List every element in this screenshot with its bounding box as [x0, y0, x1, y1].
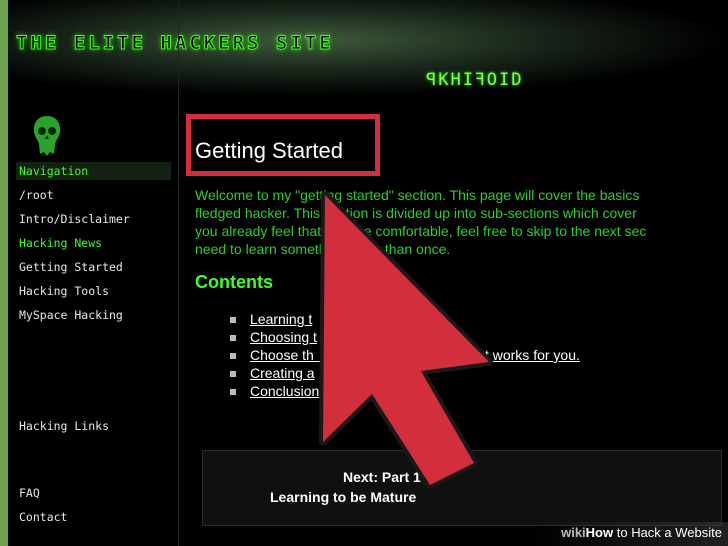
list-item: Learning t [230, 310, 580, 328]
banner-logo: ꟼKHIꟻOID [426, 70, 524, 90]
intro-line: need to learn something more than once. [195, 241, 451, 257]
highlight-box [186, 114, 380, 176]
nav-item-intro-disclaimer[interactable]: Intro/Disclaimer [16, 210, 171, 228]
nav-item-myspace-hacking[interactable]: MySpace Hacking [16, 306, 171, 324]
contents-link[interactable]: Learning t [250, 311, 312, 327]
contents-list: Learning t Choosing t Choose th nt works… [230, 310, 580, 400]
skull-icon [33, 116, 61, 156]
nav-item-hacking-news[interactable]: Hacking News [16, 234, 171, 252]
contents-link[interactable]: Conclusion [250, 383, 319, 399]
nav-item-contact[interactable]: Contact [16, 508, 171, 526]
watermark-wiki: wiki [561, 525, 586, 540]
next-part-box[interactable]: Next: Part 1 Learning to be Mature [202, 450, 722, 526]
next-part-title[interactable]: Learning to be Mature [270, 489, 416, 505]
list-item: Choose th nt works for you. [230, 346, 580, 364]
nav-item-getting-started[interactable]: Getting Started [16, 258, 171, 276]
site-title: THE ELITE HACKERS SITE [16, 32, 334, 55]
intro-text: Welcome to my "getting started" section.… [195, 186, 728, 258]
list-item: Creating a [230, 364, 580, 382]
contents-link[interactable]: Choose th nt works for you. [250, 347, 580, 363]
site-banner: THE ELITE HACKERS SITE ꟼKHIꟻOID [8, 0, 728, 97]
bullet-icon [230, 353, 236, 360]
list-item: Conclusion [230, 382, 580, 400]
nav-header: Navigation [16, 162, 171, 180]
watermark-text: wikiHow to Hack a Website [561, 525, 722, 540]
nav-item-hacking-links[interactable]: Hacking Links [16, 417, 171, 435]
wikihow-watermark: wikiHow to Hack a Website [530, 522, 728, 546]
contents-link[interactable]: Creating a [250, 365, 315, 381]
bullet-icon [230, 335, 236, 342]
intro-line: Welcome to my "getting started" section.… [195, 187, 640, 203]
nav-item-hacking-tools[interactable]: Hacking Tools [16, 282, 171, 300]
sidebar-divider [178, 0, 179, 546]
intro-line: you already feel that you are comfortabl… [195, 223, 647, 239]
main-content: Getting Started Welcome to my "getting s… [180, 100, 722, 546]
watermark-caption: to Hack a Website [613, 525, 722, 540]
next-part-label[interactable]: Next: Part 1 [343, 469, 421, 485]
intro-line: fledged hacker. This section is divided … [195, 205, 637, 221]
bullet-icon [230, 371, 236, 378]
watermark-how: How [585, 525, 614, 540]
bullet-icon [230, 317, 236, 324]
nav-item-faq[interactable]: FAQ [16, 484, 171, 502]
contents-heading: Contents [195, 272, 273, 292]
nav-item-root[interactable]: /root [16, 186, 171, 204]
bullet-icon [230, 389, 236, 396]
list-item: Choosing t [230, 328, 580, 346]
contents-link[interactable]: Choosing t [250, 329, 317, 345]
